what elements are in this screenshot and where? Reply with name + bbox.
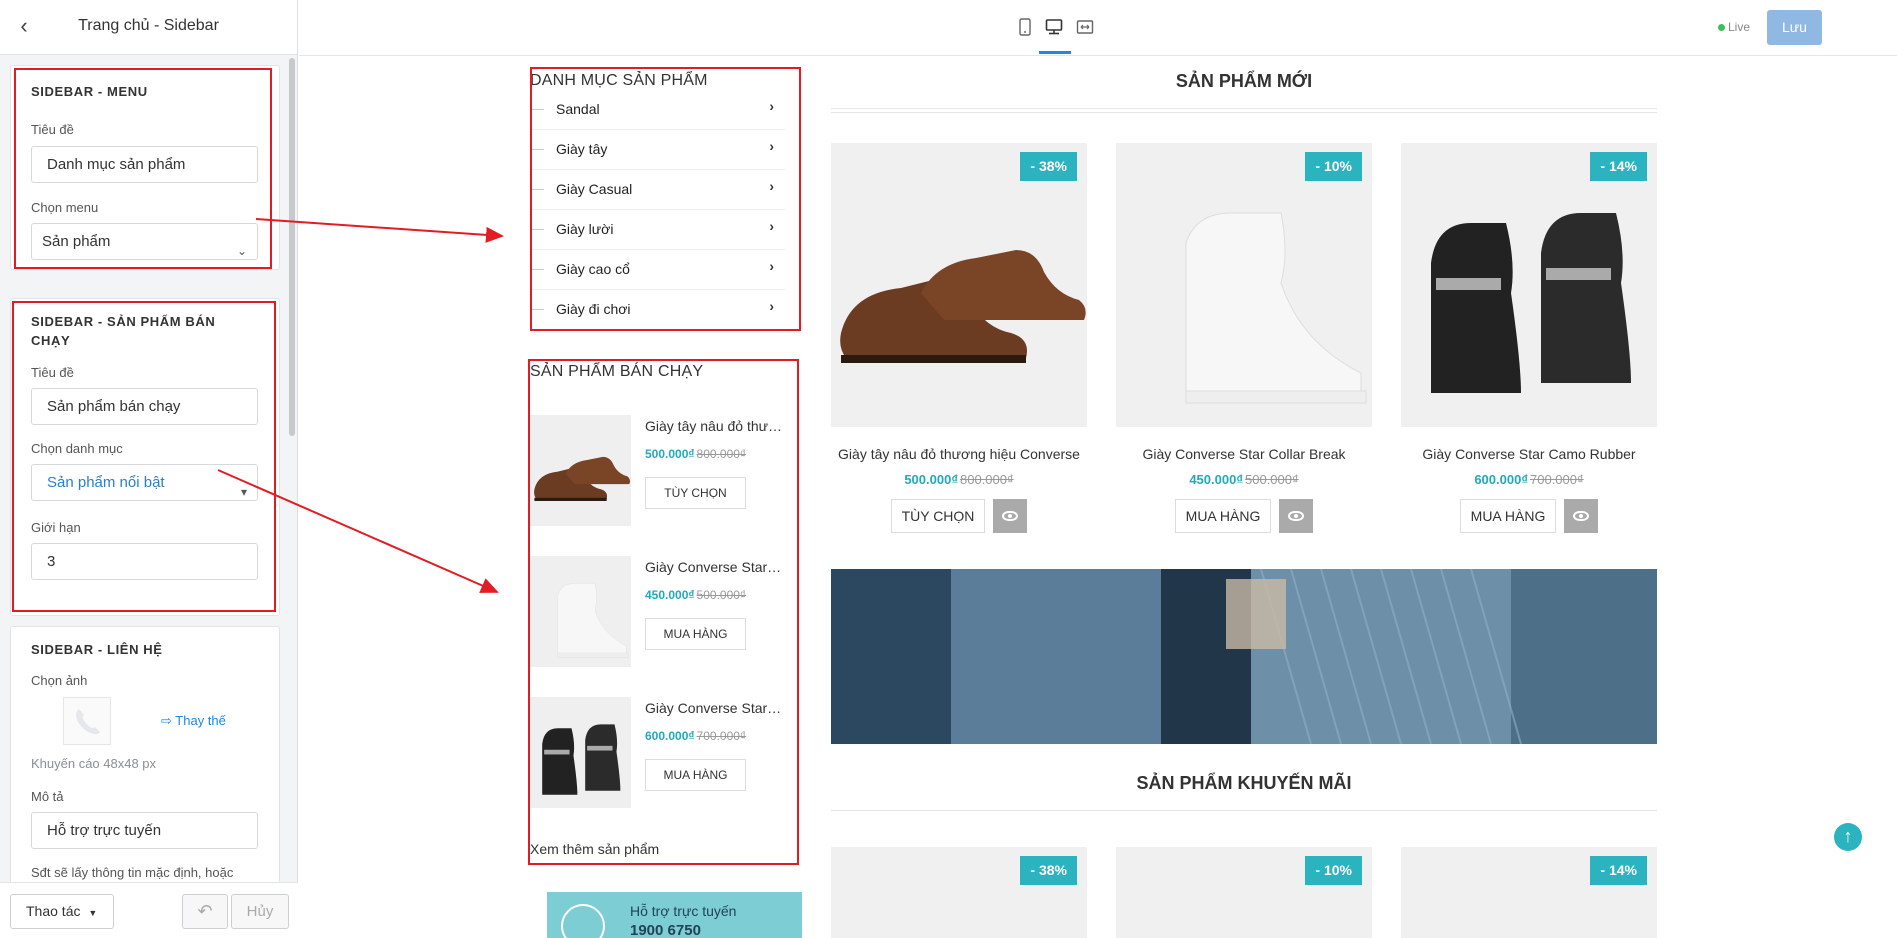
annotation-arrow [255, 218, 504, 243]
annotation-arrows [217, 218, 504, 593]
annotation-arrow [217, 469, 499, 593]
